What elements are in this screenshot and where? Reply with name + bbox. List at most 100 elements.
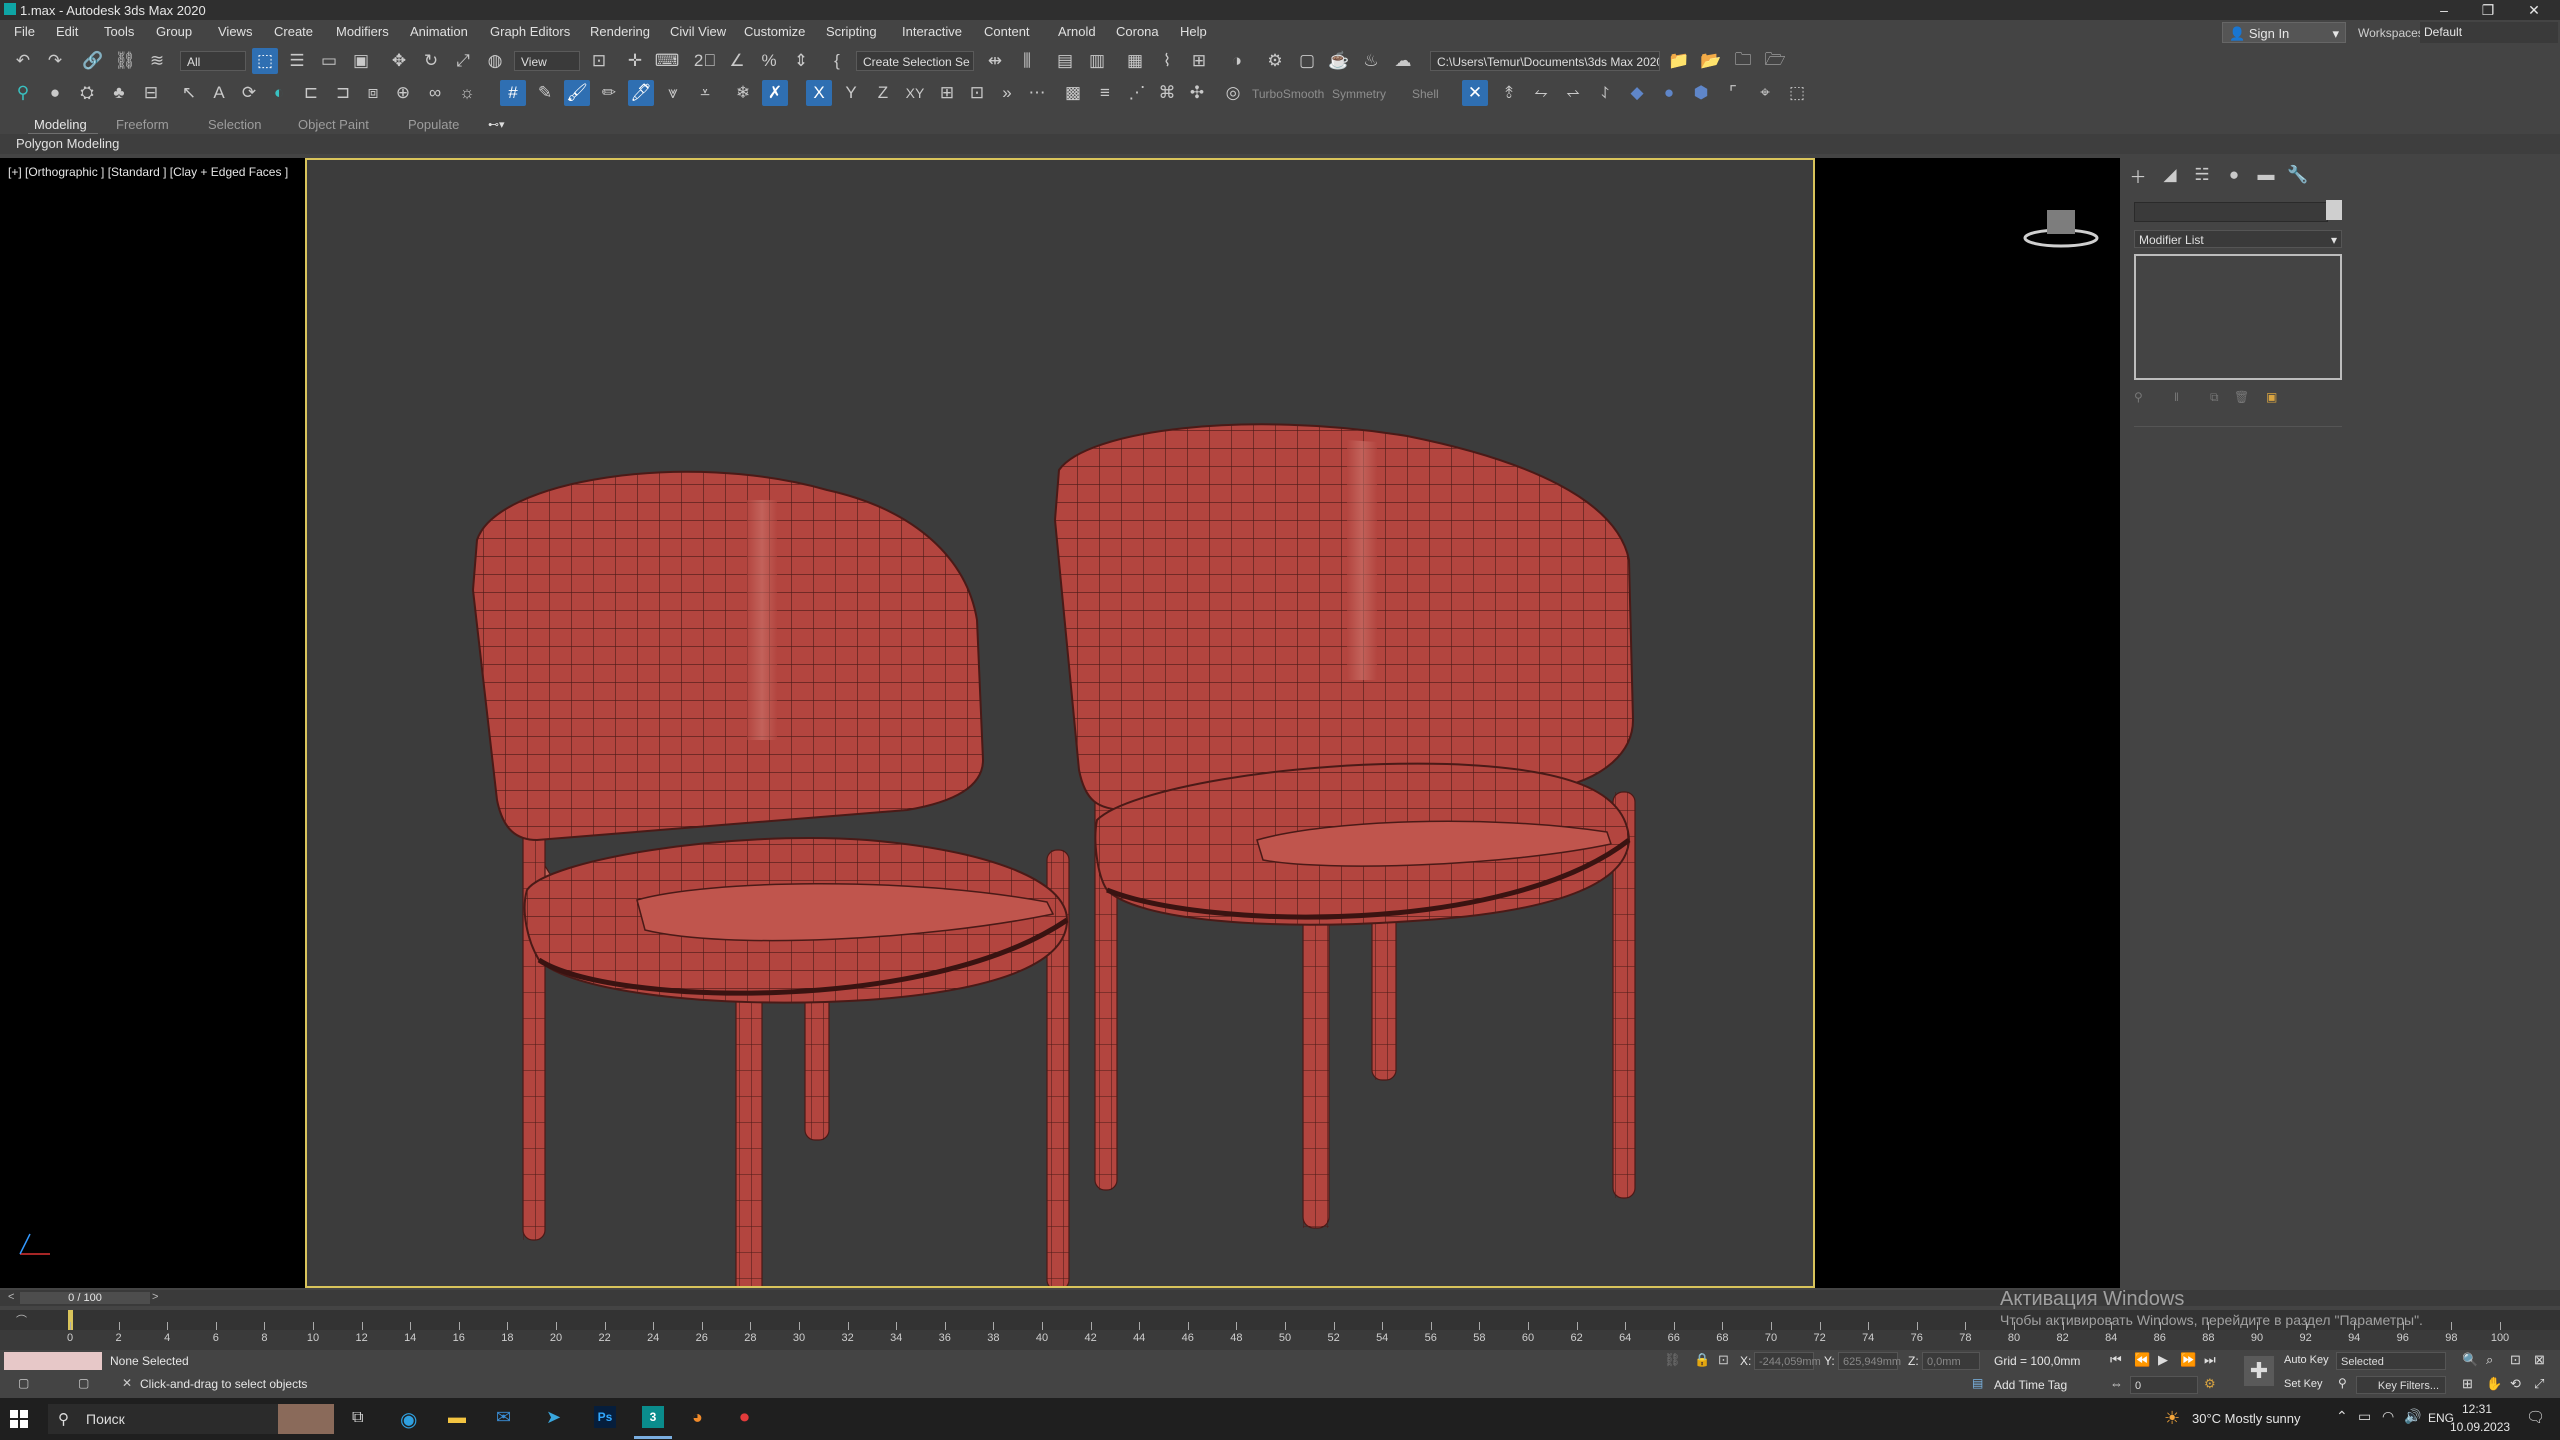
rendered-frame-window-icon[interactable]: ▢ bbox=[1294, 48, 1320, 74]
auto-key-button[interactable]: Auto Key bbox=[2284, 1354, 2329, 1366]
turbosmooth-icon[interactable]: ◎ bbox=[1220, 80, 1246, 106]
noise-icon[interactable]: ⥌ bbox=[1592, 80, 1618, 106]
create-tab-icon[interactable]: ＋ bbox=[2126, 164, 2150, 187]
minimize-button[interactable]: – bbox=[2422, 0, 2466, 20]
render-iterative-icon[interactable]: ♨ bbox=[1358, 48, 1384, 74]
axis-z-button[interactable]: Z bbox=[870, 80, 896, 106]
spinner-snap-icon[interactable]: ⇕ bbox=[788, 48, 814, 74]
arrow-icon[interactable]: ↖ bbox=[176, 80, 202, 106]
isolate-selection-icon[interactable]: ⛓ bbox=[1664, 1352, 1681, 1368]
mail-icon[interactable]: ✉ bbox=[496, 1407, 511, 1428]
network-icon[interactable]: ▭ bbox=[2358, 1408, 2371, 1425]
cloth-icon[interactable]: ⌘ bbox=[1154, 80, 1180, 106]
ribbon-options-icon[interactable]: ⊷▾ bbox=[488, 118, 505, 131]
telegram-icon[interactable]: ➤ bbox=[546, 1407, 561, 1428]
reference-coordinate-dropdown[interactable]: View bbox=[514, 51, 580, 71]
curve-editor-icon[interactable]: ⌇ bbox=[1154, 48, 1180, 74]
previous-frame-icon[interactable]: ⏪ bbox=[2134, 1352, 2150, 1368]
group-icon[interactable]: ⊕ bbox=[390, 80, 416, 106]
bind-space-warp-icon[interactable]: ≋ bbox=[144, 48, 170, 74]
next-frame-icon[interactable]: > bbox=[152, 1291, 158, 1303]
modify-tab-icon[interactable]: ◢ bbox=[2158, 164, 2182, 186]
select-object-icon[interactable]: ⬚ bbox=[252, 48, 278, 74]
frame-alt-icon[interactable]: ⊐ bbox=[330, 80, 356, 106]
tab-object-paint[interactable]: Object Paint bbox=[298, 117, 369, 132]
menu-arnold[interactable]: Arnold bbox=[1058, 24, 1096, 39]
project-folder-dropdown[interactable]: C:\Users\Temur\Documents\3ds Max 2020 bbox=[1430, 51, 1660, 71]
select-by-name-icon[interactable]: ☰ bbox=[284, 48, 310, 74]
display-tab-icon[interactable]: ▬ bbox=[2254, 164, 2278, 186]
clock-time[interactable]: 12:31 bbox=[2462, 1402, 2492, 1416]
set-key-icon[interactable]: ✚ bbox=[2244, 1356, 2274, 1386]
photoshop-icon[interactable]: Ps bbox=[594, 1406, 616, 1428]
link-icon[interactable]: 🔗 bbox=[80, 48, 106, 74]
configure-sets-icon[interactable]: ▣ bbox=[2266, 390, 2277, 404]
menu-corona[interactable]: Corona bbox=[1116, 24, 1159, 39]
key-filters-button[interactable]: Key Filters... bbox=[2356, 1376, 2446, 1394]
menu-tools[interactable]: Tools bbox=[104, 24, 134, 39]
pin-stack-icon[interactable]: ⚲ bbox=[2134, 390, 2143, 404]
zoom-icon[interactable]: 🔍 bbox=[2462, 1352, 2478, 1368]
chevrons-icon[interactable]: » bbox=[994, 80, 1020, 106]
selection-filter-dropdown[interactable]: All bbox=[180, 51, 246, 71]
set-key-button[interactable]: Set Key bbox=[2284, 1378, 2323, 1390]
current-frame-field[interactable]: 0 bbox=[2130, 1376, 2198, 1394]
play-icon[interactable]: ▶ bbox=[2158, 1352, 2168, 1368]
snaps-toggle-icon[interactable]: 2⃣ bbox=[692, 48, 718, 74]
toggle-ribbon-icon[interactable]: ▦ bbox=[1122, 48, 1148, 74]
open-folder-icon[interactable]: 📂 bbox=[1698, 48, 1724, 74]
menu-modifiers[interactable]: Modifiers bbox=[336, 24, 389, 39]
wifi-icon[interactable]: ◠ bbox=[2382, 1408, 2394, 1425]
frame-icon[interactable]: ⊏ bbox=[298, 80, 324, 106]
marker-icon[interactable]: 🖊 bbox=[628, 80, 654, 106]
edge-icon[interactable]: ◉ bbox=[400, 1407, 417, 1432]
filter-icon[interactable]: ⩡ bbox=[692, 80, 718, 106]
undo-icon[interactable]: ↶ bbox=[10, 48, 36, 74]
toggle-scene-explorer-icon[interactable]: ▤ bbox=[1052, 48, 1078, 74]
key-mode-icon[interactable]: ⇔ bbox=[2110, 1376, 2123, 1391]
hair-icon[interactable]: ⋰ bbox=[1124, 80, 1150, 106]
zoom-extents-all-icon[interactable]: ⊠ bbox=[2534, 1352, 2545, 1368]
show-end-result-icon[interactable]: ‖ bbox=[2174, 390, 2179, 404]
brush-icon[interactable]: 🖌 bbox=[564, 80, 590, 106]
edit-named-selection-icon[interactable]: { bbox=[824, 48, 850, 74]
restore-button[interactable]: ❐ bbox=[2466, 0, 2510, 20]
orbit-icon[interactable]: ⟲ bbox=[2510, 1376, 2521, 1392]
tab-selection[interactable]: Selection bbox=[208, 117, 261, 132]
listener-icon-b[interactable]: ▢ bbox=[78, 1376, 89, 1390]
scale-icon[interactable]: ⤢ bbox=[450, 48, 476, 74]
utilities-tab-icon[interactable]: 🔧 bbox=[2286, 164, 2310, 186]
listener-icon-a[interactable]: ▢ bbox=[18, 1376, 29, 1390]
motion-tab-icon[interactable]: ● bbox=[2222, 164, 2246, 186]
symmetry-label[interactable]: Symmetry bbox=[1332, 87, 1386, 101]
tab-modeling[interactable]: Modeling bbox=[34, 117, 87, 132]
prev-frame-icon[interactable]: < bbox=[8, 1291, 14, 1303]
sphere-icon[interactable]: ● bbox=[1656, 80, 1682, 106]
rotate-view-icon[interactable]: ⟳ bbox=[236, 80, 262, 106]
notification-icon[interactable]: 🗨 bbox=[2526, 1408, 2545, 1426]
menu-views[interactable]: Views bbox=[218, 24, 252, 39]
pencil-icon[interactable]: ✏ bbox=[596, 80, 622, 106]
table-icon[interactable]: ⊟ bbox=[138, 80, 164, 106]
workspaces-dropdown[interactable]: Default bbox=[2420, 22, 2558, 43]
grid-icon[interactable]: ⊞ bbox=[934, 80, 960, 106]
box-icon[interactable]: ⧈ bbox=[360, 80, 386, 106]
render-production-icon[interactable]: ☕ bbox=[1326, 48, 1352, 74]
keyboard-shortcut-override-icon[interactable]: ⌨ bbox=[654, 48, 680, 74]
volume-icon[interactable]: 🔊 bbox=[2404, 1408, 2421, 1425]
close-button[interactable]: ✕ bbox=[2512, 0, 2556, 20]
remove-modifier-icon[interactable]: 🗑 bbox=[2234, 390, 2249, 404]
menu-rendering[interactable]: Rendering bbox=[590, 24, 650, 39]
shell-label[interactable]: Shell bbox=[1412, 87, 1439, 101]
render-setup-icon[interactable]: ⚙ bbox=[1262, 48, 1288, 74]
mini-curve-editor-icon[interactable]: ⌒ bbox=[16, 1312, 40, 1328]
bend-icon[interactable]: ⥉ bbox=[1496, 80, 1522, 106]
cube-icon[interactable]: ◆ bbox=[1624, 80, 1650, 106]
cylinder-icon[interactable]: ⬢ bbox=[1688, 80, 1714, 106]
material-editor-icon[interactable]: ◑ bbox=[1224, 48, 1250, 74]
align-icon[interactable]: ⫼ bbox=[1014, 48, 1040, 74]
menu-help[interactable]: Help bbox=[1180, 24, 1207, 39]
crosshair-icon[interactable]: ⌖ bbox=[1752, 80, 1778, 106]
dashed-box-icon[interactable]: ⬚ bbox=[1784, 80, 1810, 106]
text-icon[interactable]: A bbox=[206, 80, 232, 106]
